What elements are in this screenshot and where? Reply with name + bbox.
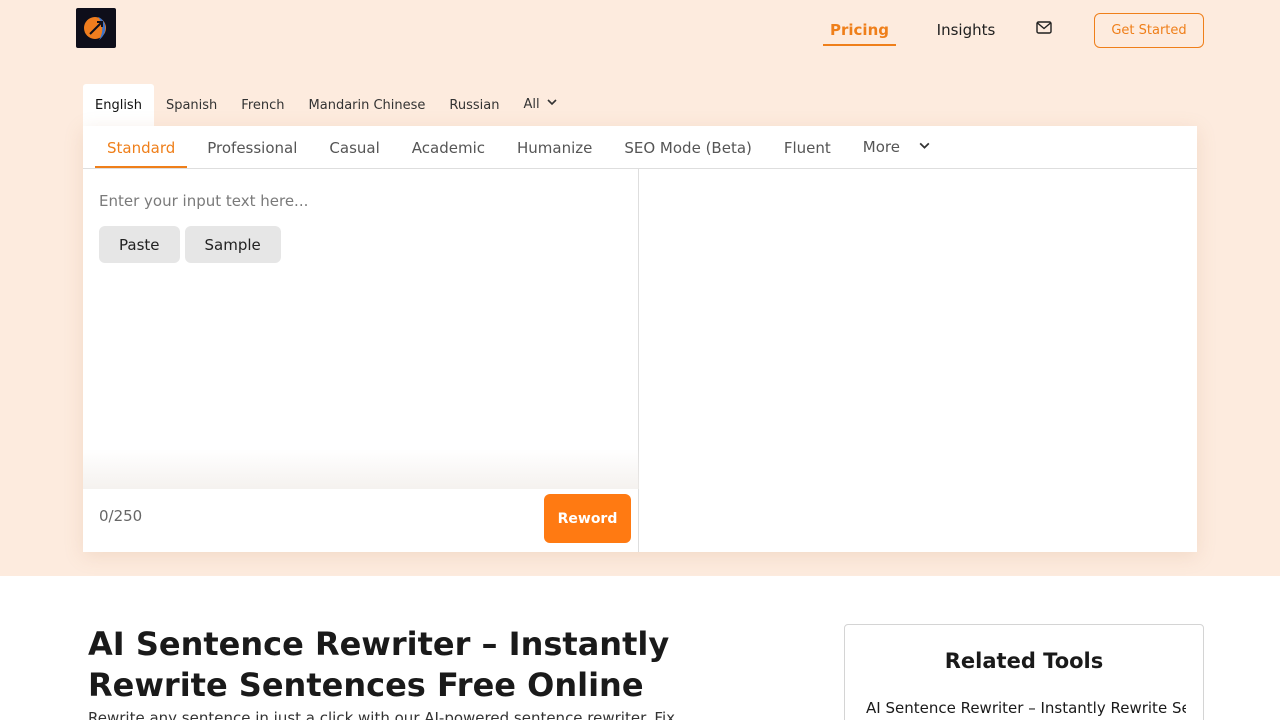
tab-standard[interactable]: Standard — [95, 126, 188, 168]
page-title: AI Sentence Rewriter – Instantly Rewrite… — [88, 625, 670, 704]
related-tool-link[interactable]: AI Sentence Rewriter – Instantly Rewrite… — [866, 699, 1186, 717]
lang-tab-french[interactable]: French — [229, 84, 296, 126]
tab-academic[interactable]: Academic — [396, 126, 501, 168]
more-label: More — [862, 138, 900, 156]
lang-all-dropdown[interactable]: All — [511, 84, 569, 126]
tab-humanize[interactable]: Humanize — [501, 126, 608, 168]
tab-fluent[interactable]: Fluent — [768, 126, 847, 168]
input-pane: Paste Sample 0/250 Reword — [83, 169, 639, 552]
lang-all-label: All — [523, 97, 540, 112]
related-tools-title: Related Tools — [944, 649, 1104, 673]
chevron-down-icon — [546, 83, 558, 127]
output-pane — [640, 169, 1197, 552]
sample-button[interactable]: Sample — [184, 226, 281, 263]
input-fade — [83, 449, 639, 489]
lang-tab-spanish[interactable]: Spanish — [154, 84, 229, 126]
tab-seo-mode[interactable]: SEO Mode (Beta) — [608, 126, 768, 168]
related-tools-panel: Related Tools AI Sentence Rewriter – Ins… — [844, 624, 1204, 720]
lang-tab-mandarin[interactable]: Mandarin Chinese — [297, 84, 438, 126]
reword-button[interactable]: Reword — [544, 494, 631, 543]
character-counter: 0/250 — [99, 507, 143, 525]
get-started-button[interactable]: Get Started — [1094, 13, 1204, 48]
language-tabs: English Spanish French Mandarin Chinese … — [83, 84, 570, 126]
input-actions: Paste Sample — [99, 226, 281, 263]
page-description: Rewrite any sentence in just a click wit… — [88, 709, 675, 720]
nav-pricing[interactable]: Pricing — [823, 14, 896, 46]
lang-tab-english[interactable]: English — [83, 84, 154, 126]
input-text-field[interactable] — [99, 187, 619, 215]
tab-professional[interactable]: Professional — [191, 126, 313, 168]
editor-card: Standard Professional Casual Academic Hu… — [83, 126, 1197, 552]
mode-tabs: Standard Professional Casual Academic Hu… — [83, 126, 1197, 169]
phoenix-logo-icon[interactable] — [76, 8, 116, 48]
lang-tab-russian[interactable]: Russian — [437, 84, 511, 126]
mail-icon[interactable] — [1034, 18, 1054, 38]
paste-button[interactable]: Paste — [99, 226, 180, 263]
nav-insights[interactable]: Insights — [930, 14, 1002, 46]
chevron-down-icon — [918, 125, 931, 169]
tab-casual[interactable]: Casual — [313, 126, 395, 168]
more-modes-dropdown[interactable]: More — [847, 126, 947, 168]
